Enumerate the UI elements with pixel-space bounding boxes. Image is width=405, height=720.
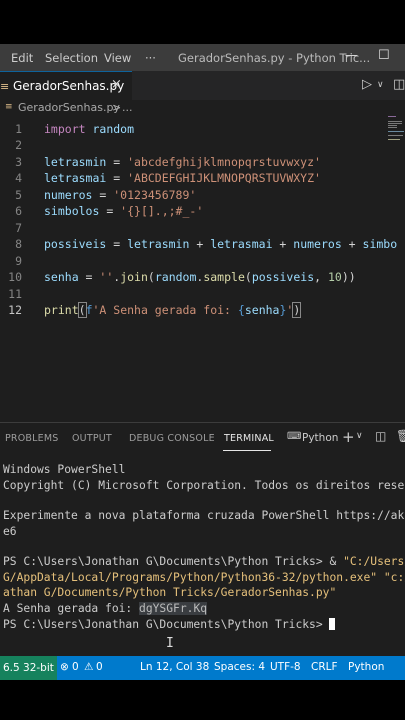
active-tab-underline (223, 450, 271, 451)
bottom-panel: PROBLEMS OUTPUT DEBUG CONSOLE TERMINAL ⌨… (0, 422, 405, 655)
kill-terminal-icon[interactable]: 🗑 (396, 429, 405, 443)
python-file-icon: ≡ (5, 102, 13, 112)
line-number: 5 (15, 188, 22, 202)
language-mode[interactable]: Python (348, 661, 384, 673)
terminal-output[interactable]: Windows PowerShell Copyright (C) Microso… (3, 463, 405, 651)
warnings-count[interactable]: 0 (96, 661, 103, 673)
breadcrumb-separator: > (112, 101, 122, 114)
tab-problems[interactable]: PROBLEMS (5, 433, 58, 444)
breadcrumb-file[interactable]: GeradorSenhas.py (18, 101, 120, 114)
menu-view[interactable]: View (104, 51, 131, 65)
line-number: 6 (15, 204, 22, 218)
tab-output[interactable]: OUTPUT (72, 433, 112, 444)
code-line-12: print(f'A Senha gerada foi: {senha}') (44, 302, 302, 318)
window-title: GeradorSenhas.py - Python Tric... (178, 51, 371, 65)
tab-debug-console[interactable]: DEBUG CONSOLE (129, 433, 215, 444)
code-line-6: simbolos = '{}[].,;#_-' (44, 204, 204, 218)
line-number: 10 (8, 270, 22, 284)
code-line-5: numeros = '0123456789' (44, 188, 197, 202)
encoding[interactable]: UTF-8 (270, 661, 301, 673)
tab-bar: ≡ GeradorSenhas.py × ▷ ∨ ◫ (0, 71, 405, 100)
errors-count[interactable]: 0 (72, 661, 79, 673)
line-number: 9 (15, 254, 22, 268)
code-line-10: senha = ''.join(random.sample(possiveis,… (44, 270, 356, 284)
menu-selection[interactable]: Selection (45, 51, 98, 65)
chevron-down-icon[interactable]: ∨ (356, 431, 363, 441)
terminal-line: G/AppData/Local/Programs/Python/Python36… (3, 571, 405, 584)
terminal-cursor (329, 618, 336, 630)
python-interpreter[interactable]: 6.5 32-bit (0, 656, 57, 680)
indentation[interactable]: Spaces: 4 (214, 661, 265, 673)
line-number-active: 12 (8, 303, 22, 317)
line-number: 2 (15, 138, 22, 152)
code-line-8: possiveis = letrasmin + letrasmai + nume… (44, 237, 398, 251)
line-number: 1 (15, 122, 22, 136)
terminal-line: PS C:\Users\Jonathan G\Documents\Python … (3, 555, 405, 568)
menu-edit[interactable]: Edit (11, 51, 33, 65)
split-terminal-icon[interactable]: ◫ (375, 429, 386, 443)
terminal-icon: ⌨ (287, 431, 302, 442)
split-editor-icon[interactable]: ◫ (393, 77, 405, 92)
terminal-shell-name[interactable]: Python (302, 432, 338, 444)
status-bar: 6.5 32-bit ⊗ 0 ⚠ 0 Ln 12, Col 38 Spaces:… (0, 656, 405, 680)
code-editor[interactable]: 1 2 3 4 5 6 7 8 9 10 11 12 import random… (0, 118, 397, 418)
terminal-line: Experimente a nova plataforma cruzada Po… (3, 509, 405, 522)
code-line-4: letrasmai = 'ABCDEFGHIJKLMNOPQRSTUVWXYZ' (44, 171, 321, 185)
code-line-3: letrasmin = 'abcdefghijklmnopqrstuvwxyz' (44, 155, 321, 169)
close-icon[interactable]: × (111, 77, 122, 92)
menu-more[interactable]: ··· (145, 51, 156, 65)
maximize-icon[interactable]: ☐ (378, 48, 390, 63)
new-terminal-icon[interactable]: + (342, 428, 355, 446)
tab-label: GeradorSenhas.py (13, 79, 125, 93)
tab-geradorsenhas[interactable]: ≡ GeradorSenhas.py × (0, 71, 132, 100)
code-line-1: import random (44, 122, 135, 136)
minimize-icon[interactable]: — (345, 48, 358, 63)
python-file-icon: ≡ (0, 80, 10, 93)
vscode-window: Edit Selection View ··· GeradorSenhas.py… (0, 44, 405, 680)
title-bar: Edit Selection View ··· GeradorSenhas.py… (0, 44, 405, 71)
breadcrumb-more[interactable]: ... (122, 101, 133, 114)
line-number: 4 (15, 171, 22, 185)
line-number: 11 (8, 287, 22, 301)
errors-icon[interactable]: ⊗ (60, 661, 69, 673)
minimap[interactable] (386, 114, 405, 144)
cursor-position[interactable]: Ln 12, Col 38 (140, 661, 209, 673)
line-number: 8 (15, 237, 22, 251)
text-cursor-icon: I (166, 636, 174, 651)
terminal-line: A Senha gerada foi: dgYSGFr.Kq (3, 602, 208, 615)
terminal-line: athan G/Documents/Python Tricks/GeradorS… (3, 586, 337, 599)
terminal-prompt: PS C:\Users\Jonathan G\Documents\Python … (3, 618, 336, 631)
terminal-line: Copyright (C) Microsoft Corporation. Tod… (3, 479, 405, 492)
run-icon[interactable]: ▷ (362, 77, 372, 92)
line-number: 3 (15, 155, 22, 169)
warnings-icon[interactable]: ⚠ (84, 661, 93, 673)
terminal-line: e6 (3, 525, 17, 538)
line-number: 7 (15, 221, 22, 235)
chevron-down-icon[interactable]: ∨ (377, 80, 384, 90)
terminal-line: Windows PowerShell (3, 463, 126, 476)
tab-terminal[interactable]: TERMINAL (224, 433, 274, 444)
line-endings[interactable]: CRLF (311, 661, 338, 673)
